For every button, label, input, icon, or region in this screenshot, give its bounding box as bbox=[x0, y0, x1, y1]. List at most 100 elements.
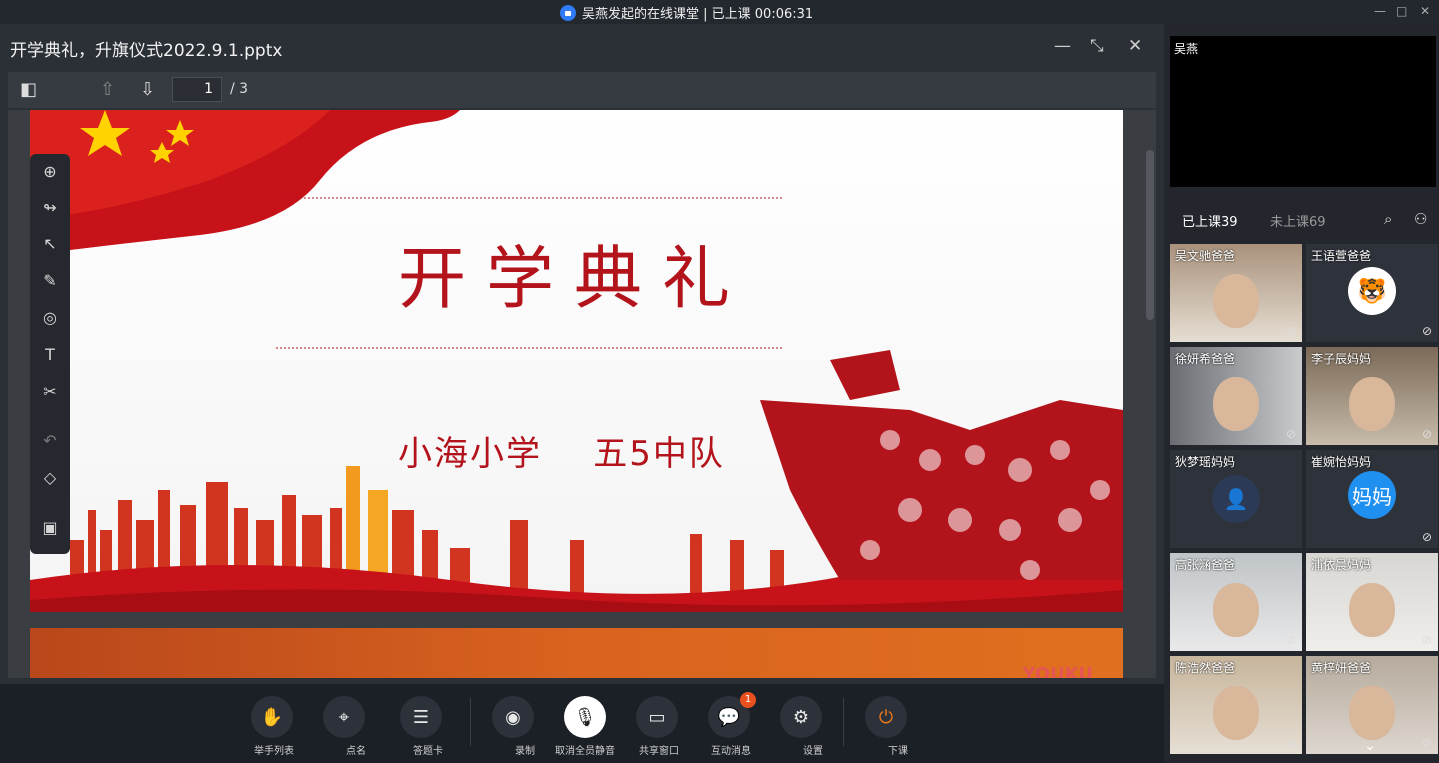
participant-tile[interactable]: 吴文驰爸爸 ⊘ bbox=[1170, 244, 1302, 342]
record-icon: ◉ bbox=[492, 696, 534, 738]
roll-call-button[interactable]: ⌖ 点名 bbox=[322, 696, 366, 758]
minimize-doc-icon[interactable]: — bbox=[1054, 36, 1071, 56]
participant-name: 崔婉怡妈妈 bbox=[1311, 455, 1372, 469]
divider bbox=[843, 698, 844, 746]
slide-2-preview: YOUKU bbox=[30, 628, 1123, 678]
eraser-icon[interactable]: ◇ bbox=[40, 468, 60, 487]
raise-hand-list-button[interactable]: ✋ 举手列表 bbox=[250, 696, 294, 758]
participant-name: 黄梓妍爸爸 bbox=[1311, 661, 1372, 675]
teacher-video[interactable]: 吴燕 bbox=[1170, 36, 1436, 187]
page-number-input[interactable]: 1 bbox=[172, 77, 222, 102]
participants-panel: 吴燕 已上课39 未上课69 ⌕ ⚇ 吴文驰爸爸 ⊘ 🐯 王语萱爸爸 ⊘ 徐妍希… bbox=[1164, 24, 1439, 763]
scissors-icon[interactable]: ✂ bbox=[40, 382, 60, 401]
slide-canvas[interactable]: 开学典礼 小海小学 五5中队 YOUKU bbox=[8, 110, 1156, 678]
open-file-icon[interactable]: ⊕ bbox=[40, 162, 60, 181]
participant-tile[interactable]: 黄梓妍爸爸 ⊘ ⌄ bbox=[1306, 656, 1438, 754]
lock-icon bbox=[560, 4, 576, 21]
participant-name: 徐妍希爸爸 bbox=[1175, 352, 1236, 366]
minimize-window-icon[interactable]: — bbox=[1374, 4, 1386, 18]
window-title: 吴燕发起的在线课堂 | 已上课 00:06:31 bbox=[560, 3, 813, 22]
messages-button[interactable]: 💬 1 互动消息 bbox=[707, 692, 756, 758]
share-window-button[interactable]: ▭ 共享窗口 bbox=[635, 696, 679, 758]
power-icon: ⏻ bbox=[865, 696, 907, 738]
pen-icon[interactable]: ✎ bbox=[40, 271, 60, 290]
mic-muted-icon: ⊘ bbox=[1285, 633, 1296, 647]
select-arrow-icon[interactable]: ↖ bbox=[40, 234, 60, 253]
divider bbox=[470, 698, 471, 746]
participant-name: 李子辰妈妈 bbox=[1311, 352, 1372, 366]
undo-icon[interactable]: ↶ bbox=[40, 431, 60, 450]
slide-headline: 开学典礼 bbox=[398, 240, 751, 319]
answer-card-button[interactable]: ☰ 答题卡 bbox=[399, 696, 443, 758]
toolbox-icon[interactable]: ▣ bbox=[40, 518, 60, 537]
participant-tile[interactable]: 浦依晨妈妈 ⊘ bbox=[1306, 553, 1438, 651]
microphone-icon: 🎙 bbox=[564, 696, 606, 738]
raise-hand-list-label: 举手列表 bbox=[254, 746, 294, 757]
end-class-button[interactable]: ⏻ 下课 bbox=[864, 696, 908, 758]
mic-muted-icon: ⊘ bbox=[1421, 427, 1432, 441]
document-filename: 开学典礼，升旗仪式2022.9.1.pptx bbox=[10, 41, 283, 61]
participant-name: 浦依晨妈妈 bbox=[1311, 558, 1372, 572]
unmute-all-label: 取消全员静音 bbox=[555, 746, 615, 757]
participant-video bbox=[1213, 273, 1259, 328]
settings-button[interactable]: ⚙ 设置 bbox=[779, 696, 823, 758]
participant-tile[interactable]: 妈妈 崔婉怡妈妈 ⊘ bbox=[1306, 450, 1438, 548]
participant-video bbox=[1349, 582, 1395, 637]
participant-tile[interactable]: 👤 狄梦瑶妈妈 bbox=[1170, 450, 1302, 548]
chevron-down-icon[interactable]: ⌄ bbox=[1364, 738, 1376, 754]
slide-scrollbar[interactable] bbox=[1146, 150, 1154, 320]
avatar: 👤 bbox=[1212, 475, 1260, 523]
text-icon[interactable]: T bbox=[40, 345, 60, 364]
avatar-text: 妈妈 bbox=[1352, 484, 1392, 509]
next-page-icon[interactable]: ⇩ bbox=[140, 79, 155, 100]
search-icon[interactable]: ⌕ bbox=[1384, 210, 1392, 228]
share-window-label: 共享窗口 bbox=[639, 746, 679, 757]
participant-video bbox=[1349, 685, 1395, 740]
participant-tabs: 已上课39 未上课69 ⌕ ⚇ bbox=[1164, 204, 1439, 234]
shapes-icon[interactable]: ◎ bbox=[40, 308, 60, 327]
answer-card-label: 答题卡 bbox=[413, 746, 443, 757]
messages-label: 互动消息 bbox=[711, 746, 751, 757]
avatar: 🐯 bbox=[1348, 267, 1396, 316]
hand-icon: ✋ bbox=[251, 696, 293, 738]
mic-muted-icon: ⊘ bbox=[1285, 736, 1296, 750]
participant-name: 狄梦瑶妈妈 bbox=[1175, 455, 1236, 469]
close-doc-icon[interactable]: ✕ bbox=[1128, 36, 1142, 56]
settings-label: 设置 bbox=[803, 746, 823, 757]
location-pin-icon: ⌖ bbox=[323, 696, 365, 738]
answer-card-icon: ☰ bbox=[400, 696, 442, 738]
tab-absent[interactable]: 未上课69 bbox=[1270, 211, 1326, 230]
slide-artwork bbox=[30, 110, 1123, 612]
participant-tile[interactable]: 陈浩然爸爸 ⊘ bbox=[1170, 656, 1302, 754]
record-button[interactable]: ◉ 录制 bbox=[491, 696, 535, 758]
page-total: / 3 bbox=[230, 81, 249, 97]
add-user-icon[interactable]: ⚇ bbox=[1414, 210, 1427, 228]
bottom-control-bar: ✋ 举手列表 ⌖ 点名 ☰ 答题卡 ◉ 录制 🎙 取消全员静音 ▭ 共享窗口 💬… bbox=[0, 684, 1164, 763]
slide-watermark: YOUKU bbox=[1022, 664, 1093, 678]
participant-video bbox=[1213, 582, 1259, 637]
mic-muted-icon: ⊘ bbox=[1285, 324, 1296, 338]
maximize-window-icon[interactable]: □ bbox=[1396, 4, 1407, 18]
previous-page-icon[interactable]: ⇧ bbox=[100, 79, 115, 100]
mic-muted-icon: ⊘ bbox=[1285, 427, 1296, 441]
slide-1: 开学典礼 小海小学 五5中队 bbox=[30, 110, 1123, 612]
teacher-name: 吴燕 bbox=[1174, 42, 1199, 56]
tab-attended[interactable]: 已上课39 bbox=[1182, 211, 1238, 230]
close-window-icon[interactable]: ✕ bbox=[1420, 4, 1430, 18]
annotation-toolbar: ⊕ ↬ ↖ ✎ ◎ T ✂ ↶ ◇ ▣ bbox=[30, 154, 70, 554]
participant-tile[interactable]: 🐯 王语萱爸爸 ⊘ bbox=[1306, 244, 1438, 342]
unmute-all-button[interactable]: 🎙 取消全员静音 bbox=[555, 696, 615, 758]
record-label: 录制 bbox=[515, 746, 535, 757]
participant-tile[interactable]: 李子辰妈妈 ⊘ bbox=[1306, 347, 1438, 445]
exit-fullscreen-icon[interactable]: ⤡ bbox=[1090, 36, 1104, 56]
participant-video bbox=[1349, 376, 1395, 431]
participant-name: 陈浩然爸爸 bbox=[1175, 661, 1236, 675]
participant-tile[interactable]: 高张涵爸爸 ⊘ bbox=[1170, 553, 1302, 651]
document-header: 开学典礼，升旗仪式2022.9.1.pptx — ⤡ ✕ bbox=[0, 24, 1164, 70]
mic-muted-icon: ⊘ bbox=[1421, 324, 1432, 338]
participant-tile[interactable]: 徐妍希爸爸 ⊘ bbox=[1170, 347, 1302, 445]
participant-name: 王语萱爸爸 bbox=[1311, 249, 1372, 263]
sidebar-toggle-icon[interactable]: ◧ bbox=[20, 79, 37, 100]
laser-pointer-icon[interactable]: ↬ bbox=[40, 198, 60, 217]
mic-muted-icon: ⊘ bbox=[1421, 530, 1432, 544]
